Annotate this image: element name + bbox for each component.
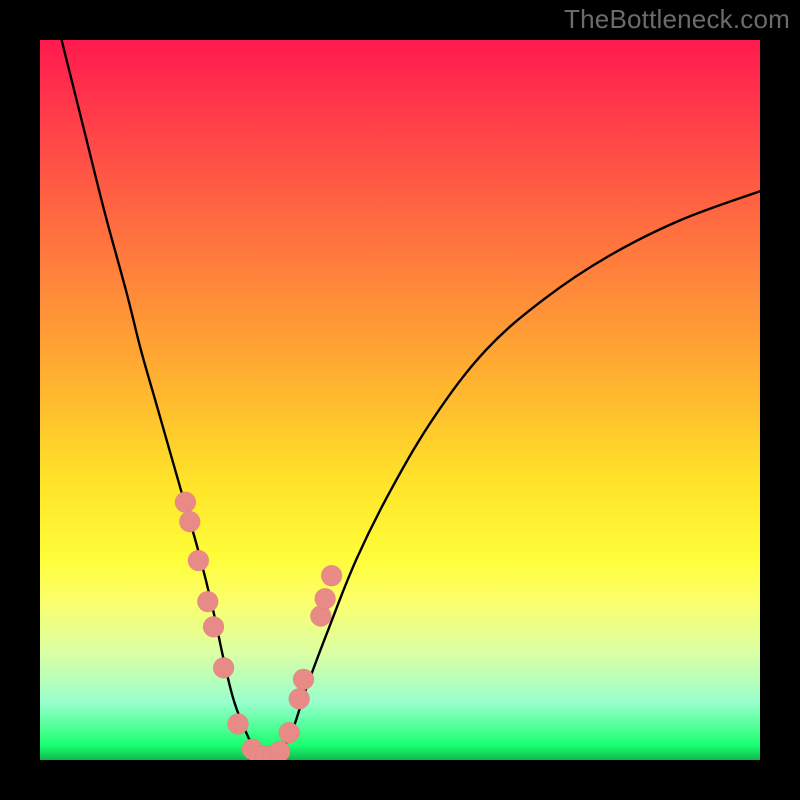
curve-right: [278, 191, 760, 756]
scatter-point: [179, 511, 200, 532]
scatter-point: [228, 714, 249, 735]
scatter-point: [197, 591, 218, 612]
scatter-point: [213, 657, 234, 678]
scatter-point: [289, 688, 310, 709]
scatter-point: [315, 588, 336, 609]
scatter-points: [175, 492, 342, 760]
curve-layer: [40, 40, 760, 760]
scatter-point: [279, 722, 300, 743]
scatter-point: [175, 492, 196, 513]
watermark-text: TheBottleneck.com: [564, 4, 790, 35]
scatter-point: [293, 669, 314, 690]
curve-left: [62, 40, 260, 756]
scatter-point: [203, 616, 224, 637]
scatter-point: [188, 550, 209, 571]
chart-frame: TheBottleneck.com: [0, 0, 800, 800]
scatter-point: [321, 565, 342, 586]
plot-area: [40, 40, 760, 760]
scatter-point: [269, 741, 290, 760]
